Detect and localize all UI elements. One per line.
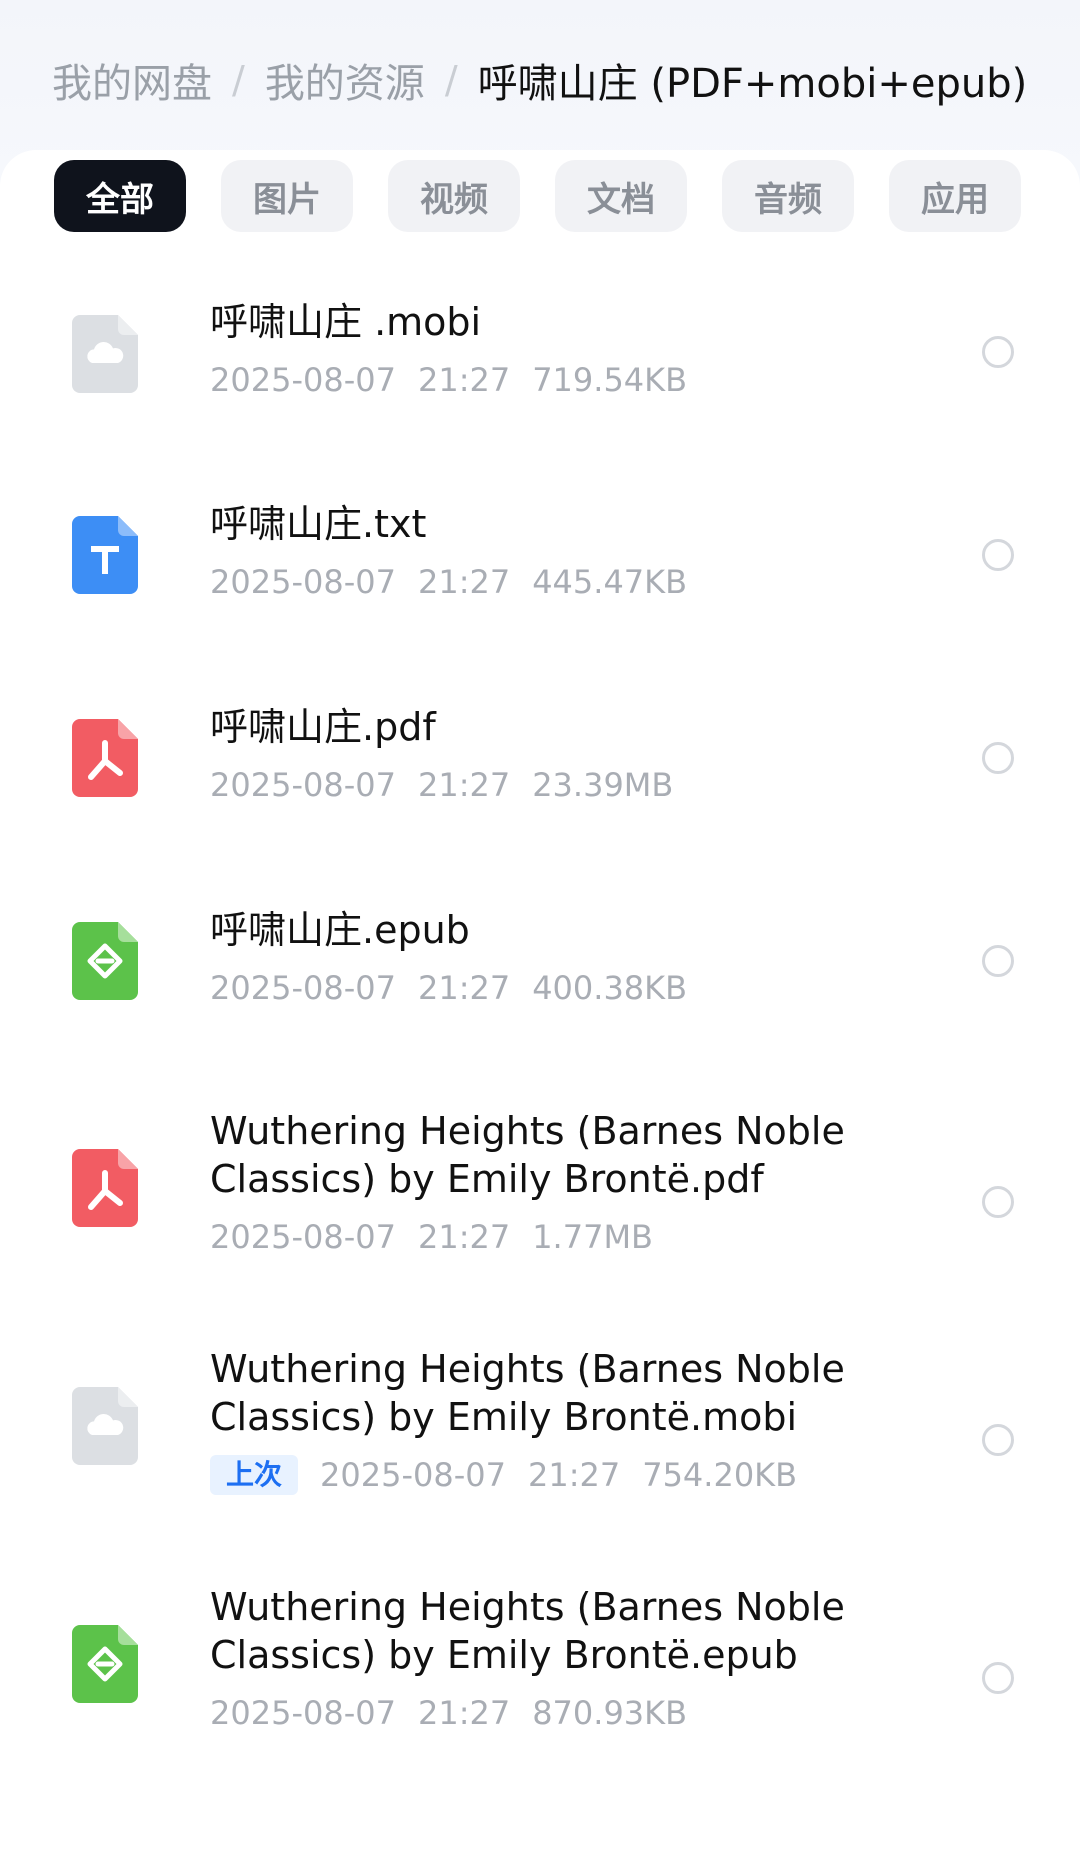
epub-file-icon	[72, 922, 138, 1000]
filter-tabs: 全部 图片 视频 文档 音频 应用	[54, 160, 1080, 232]
select-radio[interactable]	[982, 1424, 1014, 1456]
pdf-file-icon	[72, 1149, 138, 1227]
pdf-file-icon	[72, 719, 138, 797]
last-opened-badge: 上次	[210, 1455, 299, 1495]
file-info: Wuthering Heights (Barnes Noble Classics…	[210, 1345, 930, 1495]
tab-apps[interactable]: 应用	[889, 160, 1021, 232]
file-date: 2025-08-07	[210, 1218, 396, 1256]
file-date: 2025-08-07	[210, 361, 396, 399]
list-item[interactable]: Wuthering Heights (Barnes Noble Classics…	[0, 1082, 1080, 1302]
file-meta: 2025-08-07 21:27 870.93KB	[210, 1693, 930, 1733]
select-radio[interactable]	[982, 1662, 1014, 1694]
file-date: 2025-08-07	[210, 1694, 396, 1732]
select-radio[interactable]	[982, 336, 1014, 368]
file-browser-page: 我的网盘 / 我的资源 / 呼啸山庄 (PDF+mobi+epub) 全部 图片…	[0, 0, 1080, 1861]
file-info: 呼啸山庄 .mobi 2025-08-07 21:27 719.54KB	[210, 298, 930, 400]
epub-file-icon	[72, 1625, 138, 1703]
file-name: 呼啸山庄.epub	[210, 908, 470, 952]
breadcrumb-item-my-drive[interactable]: 我的网盘	[52, 51, 212, 109]
file-time: 21:27	[417, 969, 511, 1007]
breadcrumb-separator: /	[444, 58, 458, 102]
select-radio[interactable]	[982, 945, 1014, 977]
file-size: 445.47KB	[532, 563, 688, 601]
file-size: 870.93KB	[532, 1694, 688, 1732]
file-size: 1.77MB	[532, 1218, 653, 1256]
file-size: 400.38KB	[532, 969, 688, 1007]
file-name: 呼啸山庄.txt	[210, 502, 427, 546]
file-name: 呼啸山庄 .mobi	[210, 300, 482, 344]
file-meta: 2025-08-07 21:27 400.38KB	[210, 968, 930, 1008]
file-name: Wuthering Heights (Barnes Noble Classics…	[210, 1585, 845, 1677]
select-radio[interactable]	[982, 742, 1014, 774]
file-info: Wuthering Heights (Barnes Noble Classics…	[210, 1583, 930, 1733]
tab-documents[interactable]: 文档	[555, 160, 687, 232]
file-info: 呼啸山庄.pdf 2025-08-07 21:27 23.39MB	[210, 703, 930, 805]
file-size: 23.39MB	[532, 766, 674, 804]
select-radio[interactable]	[982, 539, 1014, 571]
list-item[interactable]: Wuthering Heights (Barnes Noble Classics…	[0, 1558, 1080, 1778]
tab-all[interactable]: 全部	[54, 160, 186, 232]
file-date: 2025-08-07	[210, 563, 396, 601]
file-date: 2025-08-07	[320, 1456, 506, 1494]
file-time: 21:27	[417, 1694, 511, 1732]
breadcrumb-separator: /	[232, 58, 245, 102]
file-meta: 2025-08-07 21:27 1.77MB	[210, 1217, 930, 1257]
cloud-file-icon	[72, 315, 138, 393]
file-meta: 2025-08-07 21:27 445.47KB	[210, 562, 930, 602]
file-info: 呼啸山庄.epub 2025-08-07 21:27 400.38KB	[210, 906, 930, 1008]
file-time: 21:27	[527, 1456, 621, 1494]
file-time: 21:27	[417, 361, 511, 399]
file-size: 719.54KB	[532, 361, 688, 399]
file-name: Wuthering Heights (Barnes Noble Classics…	[210, 1109, 845, 1201]
file-time: 21:27	[417, 563, 511, 601]
file-size: 754.20KB	[642, 1456, 798, 1494]
select-radio[interactable]	[982, 1186, 1014, 1218]
file-date: 2025-08-07	[210, 766, 396, 804]
tab-videos[interactable]: 视频	[388, 160, 520, 232]
file-name: 呼啸山庄.pdf	[210, 705, 436, 749]
file-info: 呼啸山庄.txt 2025-08-07 21:27 445.47KB	[210, 500, 930, 602]
breadcrumb-item-my-resources[interactable]: 我的资源	[265, 51, 425, 109]
file-name: Wuthering Heights (Barnes Noble Classics…	[210, 1347, 845, 1439]
file-meta: 2025-08-07 21:27 719.54KB	[210, 360, 930, 400]
file-date: 2025-08-07	[210, 969, 396, 1007]
list-item[interactable]: 呼啸山庄.txt 2025-08-07 21:27 445.47KB	[0, 473, 1080, 623]
cloud-file-icon	[72, 1387, 138, 1465]
tab-images[interactable]: 图片	[221, 160, 353, 232]
file-time: 21:27	[417, 1218, 511, 1256]
file-time: 21:27	[417, 766, 511, 804]
file-meta: 上次 2025-08-07 21:27 754.20KB	[210, 1455, 930, 1495]
list-item[interactable]: Wuthering Heights (Barnes Noble Classics…	[0, 1320, 1080, 1540]
file-meta: 2025-08-07 21:27 23.39MB	[210, 765, 930, 805]
tab-audio[interactable]: 音频	[722, 160, 854, 232]
breadcrumb: 我的网盘 / 我的资源 / 呼啸山庄 (PDF+mobi+epub)	[52, 48, 1027, 112]
file-info: Wuthering Heights (Barnes Noble Classics…	[210, 1107, 930, 1257]
list-item[interactable]: 呼啸山庄 .mobi 2025-08-07 21:27 719.54KB	[0, 270, 1080, 420]
list-item[interactable]: 呼啸山庄.pdf 2025-08-07 21:27 23.39MB	[0, 676, 1080, 826]
breadcrumb-current-folder: 呼啸山庄 (PDF+mobi+epub)	[477, 61, 1028, 107]
txt-file-icon	[72, 516, 138, 594]
list-item[interactable]: 呼啸山庄.epub 2025-08-07 21:27 400.38KB	[0, 879, 1080, 1029]
